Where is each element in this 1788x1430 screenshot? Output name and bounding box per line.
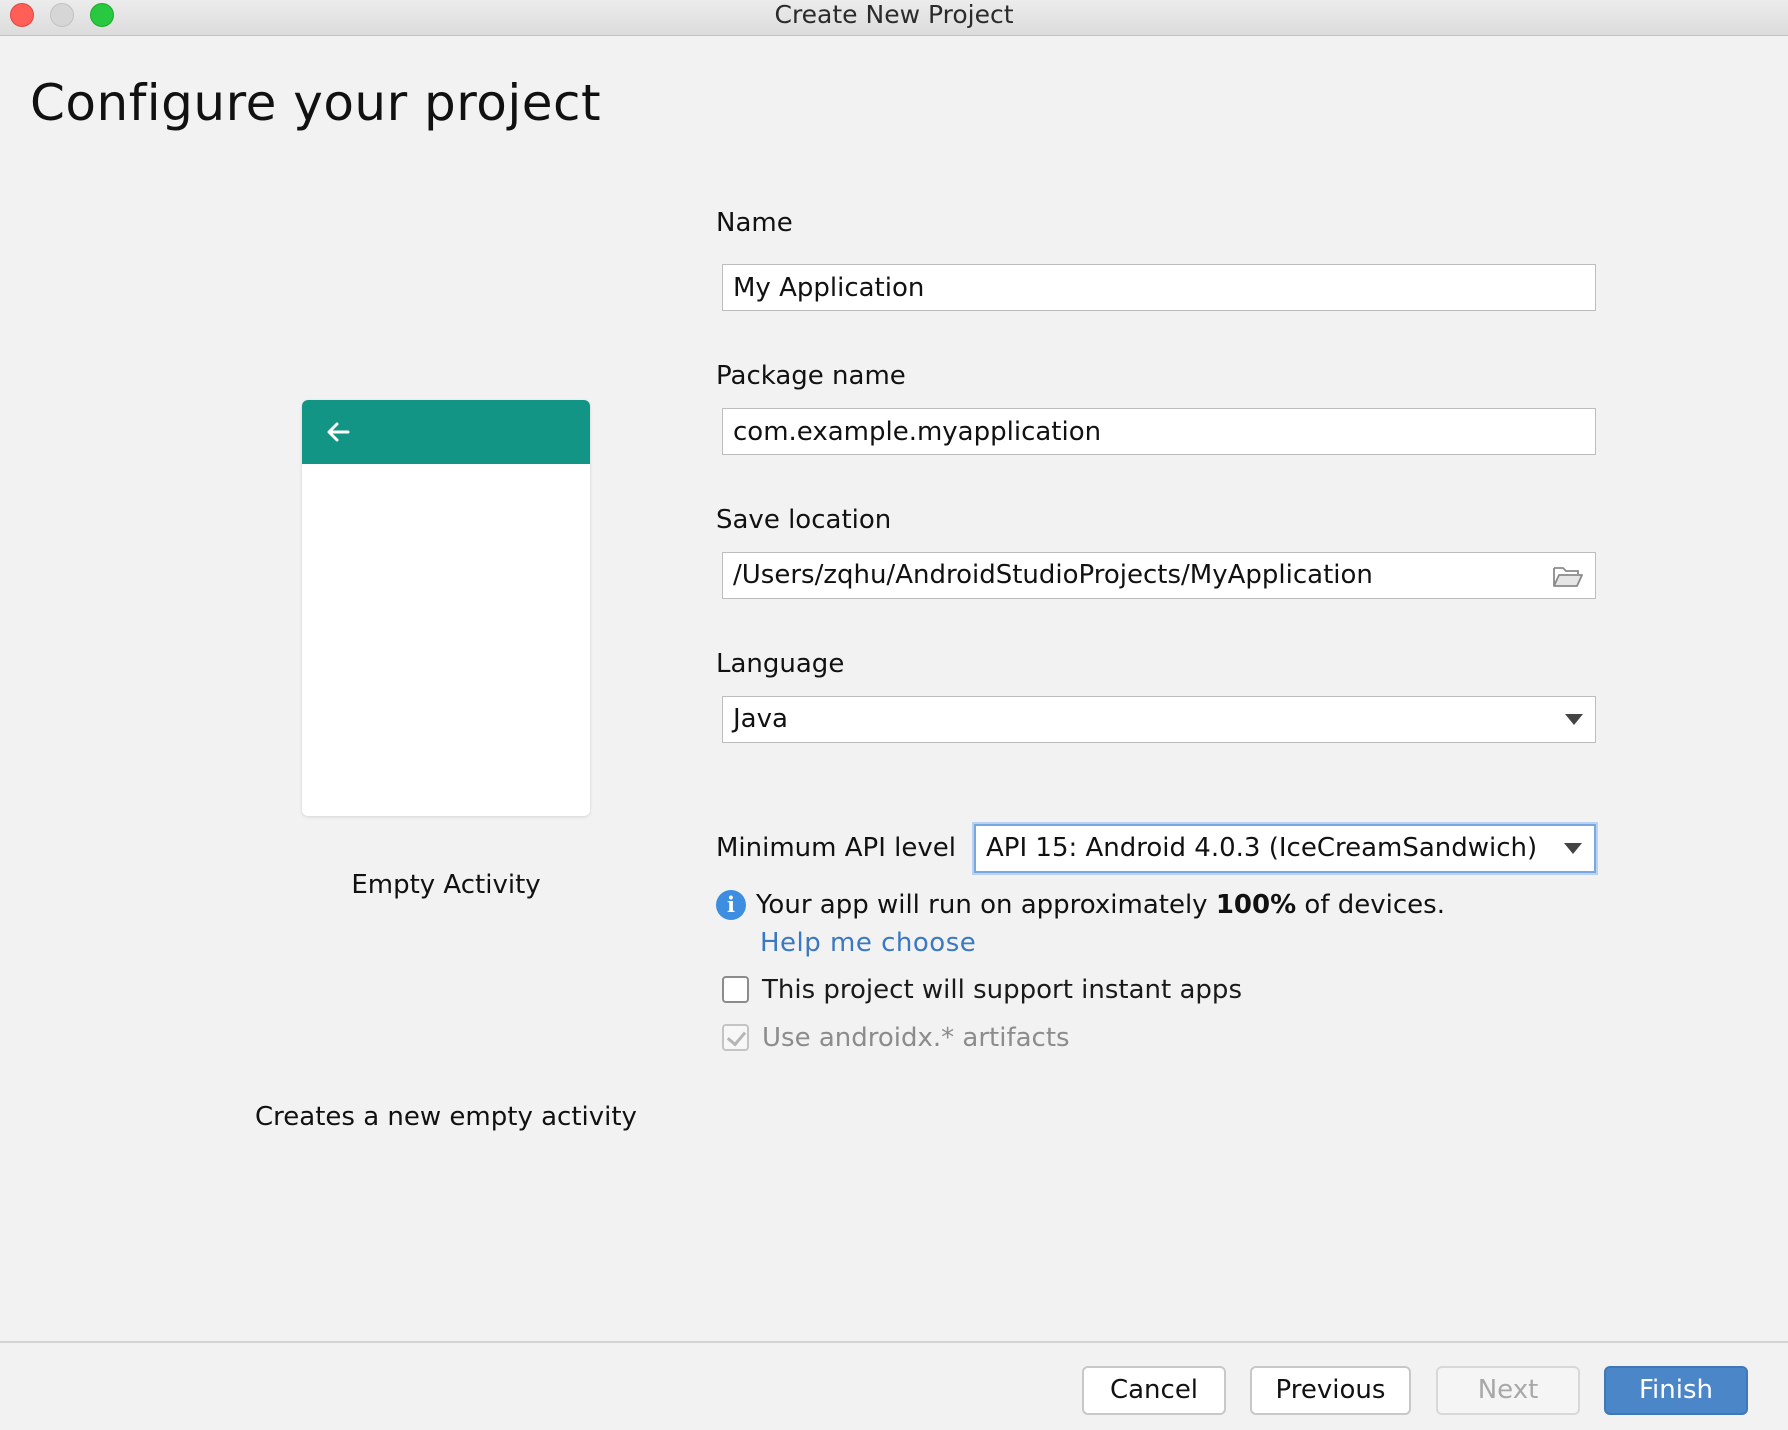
language-dropdown[interactable]: Java: [722, 696, 1596, 743]
androidx-checkbox: [722, 1024, 749, 1051]
title-bar: Create New Project: [0, 0, 1788, 36]
template-description: Creates a new empty activity: [255, 1102, 637, 1132]
cancel-button[interactable]: Cancel: [1082, 1366, 1226, 1415]
coverage-prefix: Your app will run on approximately: [756, 890, 1216, 920]
chevron-down-icon: [1564, 843, 1582, 854]
name-label: Name: [716, 208, 793, 238]
help-me-choose-link[interactable]: Help me choose: [760, 928, 976, 958]
min-api-value: API 15: Android 4.0.3 (IceCreamSandwich): [986, 833, 1538, 863]
androidx-label: Use androidx.* artifacts: [762, 1023, 1070, 1053]
language-label: Language: [716, 649, 845, 679]
min-api-label: Minimum API level: [716, 833, 956, 863]
chevron-down-icon: [1565, 714, 1583, 725]
page-title: Configure your project: [30, 74, 602, 132]
package-name-label: Package name: [716, 361, 906, 391]
window-title: Create New Project: [774, 0, 1014, 29]
create-project-window: Create New Project Configure your projec…: [0, 0, 1788, 1430]
instant-apps-checkbox[interactable]: [722, 976, 749, 1003]
info-icon: i: [716, 890, 746, 920]
finish-button[interactable]: Finish: [1604, 1366, 1748, 1415]
instant-apps-label: This project will support instant apps: [762, 975, 1242, 1005]
previous-button[interactable]: Previous: [1250, 1366, 1411, 1415]
arrow-left-icon: [327, 422, 350, 442]
checkmark-icon: [726, 1026, 747, 1047]
device-coverage-text: Your app will run on approximately 100% …: [756, 888, 1445, 922]
save-location-field[interactable]: /Users/zqhu/AndroidStudioProjects/MyAppl…: [722, 552, 1596, 599]
save-location-value: /Users/zqhu/AndroidStudioProjects/MyAppl…: [733, 560, 1373, 590]
coverage-percent: 100%: [1215, 890, 1297, 920]
coverage-suffix: of devices.: [1296, 890, 1445, 920]
folder-icon[interactable]: [1553, 565, 1583, 587]
save-location-label: Save location: [716, 505, 892, 535]
language-value: Java: [733, 704, 788, 734]
preview-app-bar: [302, 400, 590, 464]
next-button[interactable]: Next: [1436, 1366, 1580, 1415]
template-name: Empty Activity: [351, 870, 541, 900]
min-api-dropdown[interactable]: API 15: Android 4.0.3 (IceCreamSandwich): [974, 824, 1596, 873]
footer-divider: [0, 1341, 1788, 1343]
template-preview-card: [302, 400, 590, 816]
package-name-field[interactable]: [722, 408, 1596, 455]
name-field[interactable]: [722, 264, 1596, 311]
